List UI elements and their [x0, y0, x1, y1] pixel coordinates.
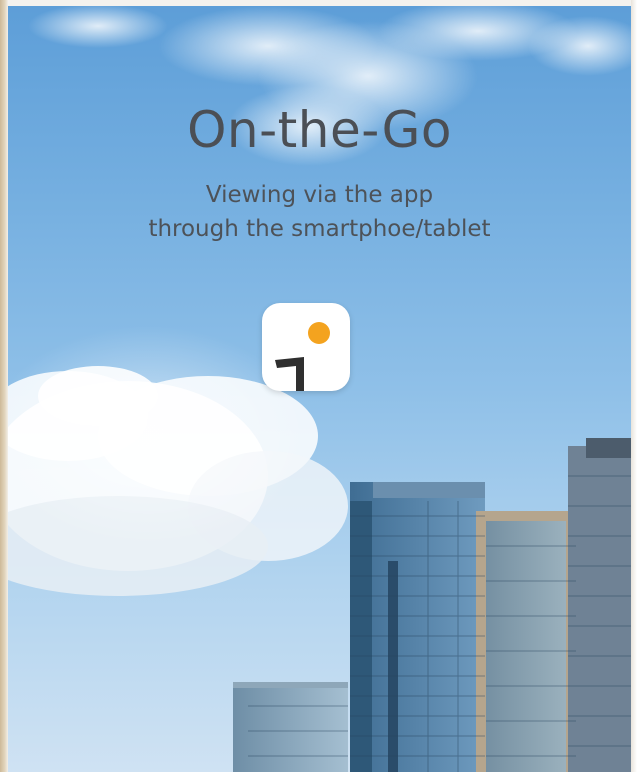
- promo-screen: On-the-Go Viewing via the app through th…: [8, 6, 631, 772]
- app-logo-mark: [275, 322, 330, 391]
- building-main-tower: [350, 482, 485, 772]
- headline: On-the-Go: [187, 101, 452, 159]
- subtitle-line-1: Viewing via the app: [205, 182, 434, 208]
- building-right: [568, 438, 631, 772]
- building-low-left: [233, 682, 348, 772]
- subtitle-line-2: through the smartphoe/tablet: [148, 216, 491, 242]
- frame-left-edge: [0, 0, 8, 772]
- app-logo-icon[interactable]: [262, 303, 350, 391]
- building-mid: [476, 511, 576, 772]
- frame-right-edge: [631, 0, 637, 772]
